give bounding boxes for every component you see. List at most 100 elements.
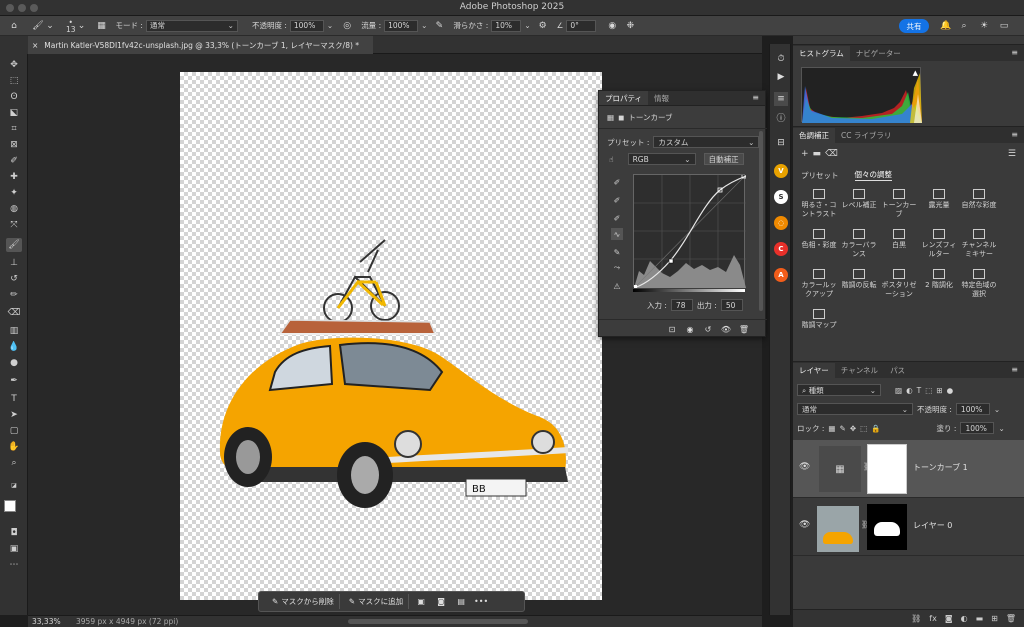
plugin-v-icon[interactable]: V (774, 164, 788, 178)
plugin-ring-icon[interactable]: ◌ (774, 216, 788, 230)
invert-mask-icon[interactable]: ◙ (433, 595, 449, 609)
layer-mask-thumbnail[interactable] (867, 444, 907, 494)
airbrush-icon[interactable]: ✎ (433, 20, 445, 32)
delete-layer-icon[interactable]: 🗑 (1006, 614, 1016, 623)
lasso-tool-icon[interactable]: ʘ (6, 90, 22, 104)
layer-opacity-input[interactable]: 100% (955, 403, 990, 415)
pen-tool-icon[interactable]: ✒ (6, 374, 22, 388)
cache-warning-icon[interactable]: ▲ (913, 69, 918, 77)
plugin-a-icon[interactable]: A (774, 268, 788, 282)
mode-select[interactable]: 通常 ⌄ (145, 19, 238, 32)
tab-cc-libraries[interactable]: CC ライブラリ (835, 128, 897, 143)
adjustment-item[interactable]: 露光量 (919, 189, 959, 210)
stamp-tool-icon[interactable]: ⊥ (6, 256, 22, 270)
eye-icon[interactable]: 👁 (799, 462, 810, 472)
document-tab[interactable]: × Martin Katler-V58DI1fv42c-unsplash.jpg… (28, 36, 373, 54)
adjustment-item[interactable]: トーンカーブ (879, 189, 919, 219)
fill-mask-icon[interactable]: ▤ (453, 595, 469, 609)
layer-thumbnail[interactable] (817, 506, 859, 552)
frame-tool-icon[interactable]: ⊠ (6, 138, 22, 152)
brush-tool-icon[interactable]: 🖌 (32, 20, 44, 32)
output-field[interactable]: 50 (720, 299, 743, 311)
tab-info[interactable]: 情報 (648, 91, 675, 105)
folder-icon[interactable]: ▬ (813, 149, 822, 159)
filter-shape-icon[interactable]: ⬚ (925, 386, 932, 395)
adjustment-item[interactable]: 白黒 (879, 229, 919, 250)
adjustment-item[interactable]: 階調マップ (799, 309, 839, 330)
layer-row-image[interactable]: 👁 ⛓ レイヤー 0 (793, 498, 1024, 556)
adjustment-item[interactable]: レベル補正 (839, 189, 879, 210)
subtract-from-mask-button[interactable]: ✎ マスクから削除 (267, 594, 340, 609)
hand-tool-icon[interactable]: ✋ (6, 440, 22, 454)
bell-icon[interactable]: 🔔 (940, 20, 952, 32)
tab-channels[interactable]: チャンネル (835, 363, 884, 378)
adjustment-item[interactable]: 階調の反転 (839, 269, 879, 290)
chevron-down-icon[interactable]: ⌄ (994, 405, 1000, 414)
document-canvas[interactable]: BB (180, 72, 602, 600)
add-icon[interactable]: + (801, 149, 809, 159)
brush-tool-icon[interactable]: 🖌 (6, 238, 22, 252)
angle-input[interactable]: 0° (566, 19, 597, 32)
target-adjust-icon[interactable]: ☝ (609, 155, 614, 164)
more-options-icon[interactable]: ••• (473, 595, 489, 609)
filter-smart-icon[interactable]: ⊞ (936, 386, 942, 395)
adjustment-item[interactable]: カラーバランス (839, 229, 879, 259)
reset-icon[interactable]: ↺ (701, 323, 715, 335)
adjustment-item[interactable]: 明るさ・コントラスト (799, 189, 839, 219)
lock-transparent-icon[interactable]: ▦ (828, 424, 835, 433)
adjustment-item[interactable]: カラールックアップ (799, 269, 839, 299)
adjustment-item[interactable]: 特定色域の選択 (959, 269, 999, 299)
chevron-down-icon[interactable]: ⌄ (524, 21, 530, 30)
tab-adjustments[interactable]: 色調補正 (793, 128, 835, 143)
lock-all-icon[interactable]: 🔒 (871, 424, 880, 433)
clip-to-layer-icon[interactable]: ⊡ (665, 323, 679, 335)
gray-point-eyedropper-icon[interactable]: ✐ (611, 194, 623, 206)
workspace-icon[interactable]: ▭ (998, 20, 1010, 32)
close-icon[interactable]: × (32, 41, 38, 50)
marquee-tool-icon[interactable]: ⬚ (6, 74, 22, 88)
chevron-down-icon[interactable]: ⌄ (421, 21, 427, 30)
new-layer-icon[interactable]: ⊞ (991, 614, 998, 623)
pressure-size-icon[interactable]: ◉ (606, 20, 618, 32)
group-icon[interactable]: ▬ (976, 614, 984, 623)
tab-layers[interactable]: レイヤー (793, 363, 835, 378)
character-icon[interactable]: ⊟ (774, 136, 788, 150)
panel-menu-icon[interactable]: ≡ (752, 93, 759, 102)
dodge-tool-icon[interactable]: ● (6, 356, 22, 370)
blur-tool-icon[interactable]: 💧 (6, 340, 22, 354)
edit-toolbar-icon[interactable]: ⋯ (6, 558, 22, 572)
discover-icon[interactable]: ☀ (978, 20, 990, 32)
white-point-eyedropper-icon[interactable]: ✐ (611, 212, 623, 224)
trash-icon[interactable]: ⌫ (825, 149, 838, 159)
lock-position-icon[interactable]: ✥ (850, 424, 856, 433)
layer-row-curves[interactable]: 👁 ▦ ⛓ トーンカーブ 1 (793, 440, 1024, 498)
mask-options-icon[interactable]: ▣ (413, 595, 429, 609)
tab-individual-adjustments[interactable]: 個々の調整 (854, 169, 892, 181)
search-icon[interactable]: ⌕ (958, 20, 970, 32)
chevron-down-icon[interactable]: ⌄ (998, 424, 1004, 433)
filter-type-icon[interactable]: T (917, 386, 922, 395)
properties-scrollbar[interactable] (759, 131, 763, 311)
plugin-c-icon[interactable]: C (774, 242, 788, 256)
pattern-tool-icon[interactable]: ◍ (6, 202, 22, 216)
add-mask-icon[interactable]: ◙ (945, 614, 953, 623)
draw-curve-icon[interactable]: ✎ (611, 246, 623, 258)
layer-mask-thumbnail[interactable] (867, 504, 907, 550)
tab-histogram[interactable]: ヒストグラム (793, 46, 850, 61)
type-tool-icon[interactable]: T (6, 392, 22, 406)
eraser-tool-icon[interactable]: ⌫ (6, 306, 22, 320)
crop-tool-icon[interactable]: ⌗ (6, 122, 22, 136)
curves-graph[interactable] (633, 173, 747, 289)
filter-pixel-icon[interactable]: ▨ (895, 386, 902, 395)
info-icon[interactable]: ⓘ (774, 110, 788, 124)
adjustment-item[interactable]: 2 階調化 (919, 269, 959, 290)
fx-icon[interactable]: fx (929, 614, 937, 623)
zoom-level[interactable]: 33,33% (28, 617, 66, 626)
black-point-eyedropper-icon[interactable]: ✐ (611, 176, 623, 188)
panel-menu-icon[interactable]: ≡ (1011, 48, 1018, 57)
adjustment-item[interactable]: レンズフィルター (919, 229, 959, 259)
tab-properties[interactable]: プロパティ (599, 91, 649, 105)
default-colors-icon[interactable]: ◪ (6, 478, 22, 492)
adjustment-item[interactable]: チャンネルミキサー (959, 229, 999, 259)
add-to-mask-button[interactable]: ✎ マスクに追加 (344, 594, 410, 609)
